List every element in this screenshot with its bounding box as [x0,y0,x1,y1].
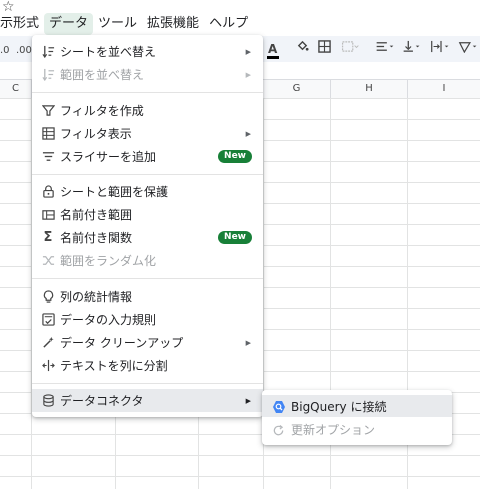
increase-decimal-button[interactable]: .00 [16,42,32,60]
sigma-icon: Σ [43,229,53,245]
menu-item-data-connectors[interactable]: データコネクタ ▶ [32,389,263,412]
menu-divider [32,278,263,279]
menu-item-randomize[interactable]: 範囲をランダム化 [32,249,263,272]
menu-item-named-functions[interactable]: Σ 名前付き関数 New [32,226,263,249]
menu-item-label: 名前付き範囲 [60,208,133,222]
submenu-item-refresh-options[interactable]: 更新オプション [262,418,452,440]
menu-item-label: 列の統計情報 [60,290,133,304]
star-outline-icon[interactable]: ☆ [2,0,15,14]
new-badge: New [218,231,252,244]
text-color-button[interactable]: A [267,40,279,59]
filter-icon [41,104,55,118]
menu-item-label: スライサーを追加 [60,150,157,164]
menu-divider [32,174,263,175]
menu-item-named-ranges[interactable]: 名前付き範囲 [32,203,263,226]
menu-item-label: 名前付き関数 [60,231,133,245]
shuffle-icon [41,254,55,268]
submenu-arrow-icon: ▶ [245,129,251,138]
lightbulb-icon [41,289,55,304]
text-rotation-icon[interactable] [458,40,480,58]
menu-divider [32,383,263,384]
menu-item-label: データコネクタ [60,394,144,408]
menu-item-label: データの入力規則 [60,313,157,327]
magic-wand-icon [41,336,55,350]
merge-cells-icon[interactable] [341,40,359,58]
menu-item-data-validation[interactable]: データの入力規則 [32,308,263,331]
menu-item-sort-range[interactable]: 範囲を並べ替え ▶ [32,63,263,86]
menu-item-sort-sheet[interactable]: シートを並べ替え ▶ [32,40,263,63]
submenu-arrow-icon: ▶ [245,47,251,56]
menu-item-label: 範囲を並べ替え [60,68,145,82]
submenu-item-connect-bigquery[interactable]: BigQuery に接続 [262,395,452,417]
submenu-item-label: 更新オプション [291,422,376,437]
menu-item-label: フィルタ表示 [60,127,132,141]
submenu-arrow-icon: ▶ [245,338,251,347]
menu-extensions[interactable]: 拡張機能 [142,13,204,35]
menu-help[interactable]: ヘルプ [204,13,253,35]
sort-range-icon [41,68,55,82]
text-color-swatch [267,56,279,59]
menu-divider [32,92,263,93]
menu-item-label: シートと範囲を保護 [60,185,169,199]
menu-data[interactable]: データ [44,13,94,35]
column-header-i[interactable]: I [408,80,480,98]
slicer-icon [41,150,55,164]
column-header-g[interactable]: G [263,80,331,98]
menu-item-protect[interactable]: シートと範囲を保護 [32,180,263,203]
data-validation-icon [41,312,55,327]
split-columns-icon [41,359,55,373]
fill-color-icon[interactable] [296,40,309,58]
menu-item-data-cleanup[interactable]: データ クリーンアップ ▶ [32,331,263,354]
decrease-decimal-button[interactable]: .0 [0,42,10,60]
submenu-item-label: BigQuery に接続 [291,399,387,414]
refresh-icon [272,422,286,436]
menu-item-label: 範囲をランダム化 [60,254,157,268]
submenu-arrow-icon: ▶ [245,396,251,405]
database-icon [41,393,55,408]
menu-item-label: シートを並べ替え [60,45,157,59]
sort-icon [41,45,55,59]
menu-tools[interactable]: ツール [93,13,142,35]
named-range-icon [41,208,55,222]
new-badge: New [218,150,252,163]
menu-item-create-filter[interactable]: フィルタを作成 [32,99,263,122]
menu-item-add-slicer[interactable]: スライサーを追加 New [32,145,263,168]
menu-bar: 示形式 データ ツール 拡張機能 ヘルプ [0,13,480,35]
lock-icon [41,184,55,199]
filter-views-icon [41,126,55,141]
menu-item-split-text[interactable]: テキストを列に分割 [32,354,263,377]
horizontal-align-icon[interactable] [375,40,395,58]
menu-format[interactable]: 示形式 [0,13,44,35]
menu-item-label: フィルタを作成 [60,104,144,118]
vertical-align-icon[interactable] [402,40,422,58]
borders-icon[interactable] [318,40,331,58]
submenu-arrow-icon: ▶ [245,70,251,79]
menu-item-label: データ クリーンアップ [60,336,184,350]
menu-item-label: テキストを列に分割 [60,359,168,373]
data-menu: シートを並べ替え ▶ 範囲を並べ替え ▶ フィルタを作成 フィルタ表示 ▶ スラ… [32,35,263,417]
text-wrapping-icon[interactable] [430,40,452,58]
data-connectors-submenu: BigQuery に接続 更新オプション [262,390,452,445]
column-header-h[interactable]: H [331,80,408,98]
menu-item-column-stats[interactable]: 列の統計情報 [32,285,263,308]
menu-item-filter-views[interactable]: フィルタ表示 ▶ [32,122,263,145]
bigquery-icon [272,399,286,413]
column-header-c[interactable]: C [0,80,32,98]
